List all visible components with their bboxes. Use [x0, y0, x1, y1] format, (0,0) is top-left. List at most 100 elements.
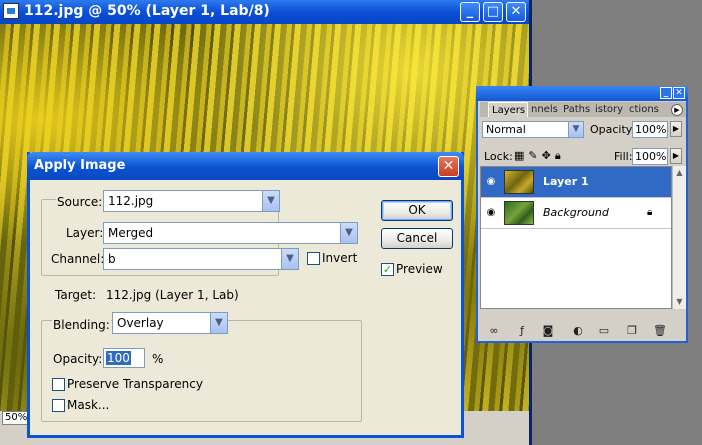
adjustment-layer-icon[interactable]: ◐	[570, 323, 586, 339]
layer-opacity-field[interactable]: 100%	[632, 121, 668, 138]
lock-all-icon[interactable]: 🔒︎	[555, 149, 565, 162]
close-icon: ✕	[442, 158, 455, 174]
blending-select[interactable]: Overlay ▼	[112, 312, 228, 334]
dialog-titlebar[interactable]: Apply Image ✕	[27, 152, 464, 180]
close-icon: ✕	[675, 88, 683, 98]
close-icon: ✕	[510, 4, 522, 19]
source-value: 112.jpg	[108, 194, 154, 208]
tab-channels[interactable]: nnels	[528, 102, 560, 117]
channel-label: Channel:	[51, 252, 105, 266]
palette-minimize-button[interactable]: _	[660, 87, 672, 99]
palette-titlebar[interactable]: _ ✕	[476, 86, 688, 101]
blending-label: Blending:	[52, 318, 111, 332]
layer-thumbnail	[504, 201, 534, 225]
mask-checkbox[interactable]	[52, 399, 65, 412]
chevron-down-icon: ▼	[210, 313, 227, 333]
minimize-icon: _	[466, 4, 474, 19]
layer-value: Merged	[108, 226, 154, 240]
tab-actions[interactable]: ctions	[626, 102, 666, 117]
maximize-button[interactable]: □	[483, 2, 503, 22]
tab-history[interactable]: istory	[592, 102, 626, 117]
blend-mode-value: Normal	[486, 123, 526, 136]
opacity-value: 100	[106, 351, 131, 365]
lock-label: Lock:	[484, 150, 513, 163]
layer-thumbnail	[504, 170, 534, 194]
layer-list: ◉ Layer 1 ◉ Background 🔒︎	[480, 166, 672, 309]
ok-button[interactable]: OK	[381, 200, 453, 221]
layer-row-background[interactable]: ◉ Background 🔒︎	[481, 198, 671, 229]
maximize-icon: □	[486, 4, 500, 19]
checkmark-icon: ✓	[382, 263, 393, 276]
layer-fill-field[interactable]: 100%	[632, 148, 668, 165]
link-layers-icon[interactable]: ∞	[486, 323, 502, 339]
palette-close-button[interactable]: ✕	[673, 87, 685, 99]
channel-select[interactable]: b ▼	[103, 248, 299, 270]
palette-menu-arrow-icon: ▶	[674, 106, 680, 114]
lock-move-icon[interactable]: ✥	[542, 149, 555, 162]
chevron-down-icon: ▼	[262, 191, 279, 211]
new-group-icon[interactable]: ▭	[596, 323, 612, 339]
cancel-button[interactable]: Cancel	[381, 228, 453, 249]
chevron-down-icon: ▼	[340, 223, 357, 243]
layer-style-icon[interactable]: ƒ	[514, 323, 530, 339]
palette-menu-button[interactable]: ▶	[671, 104, 683, 116]
opacity-unit: %	[152, 352, 164, 366]
layers-palette: _ ✕ Layers nnels Paths istory ctions ▶ N…	[476, 86, 688, 343]
close-button[interactable]: ✕	[506, 2, 526, 22]
opacity-slider-button[interactable]: ▶	[670, 121, 682, 137]
palette-tab-bar: Layers nnels Paths istory ctions	[480, 102, 686, 117]
lock-transparency-icon[interactable]: ▦	[514, 149, 528, 162]
lock-icon: 🔒︎	[647, 207, 653, 218]
lock-options: ▦✎✥🔒︎	[514, 149, 565, 163]
new-layer-icon[interactable]: ❐	[624, 323, 640, 339]
document-titlebar[interactable]: 112.jpg @ 50% (Layer 1, Lab/8) _ □ ✕	[0, 0, 529, 24]
preview-label[interactable]: Preview	[396, 262, 443, 276]
preserve-transparency-checkbox[interactable]	[52, 378, 65, 391]
tab-paths[interactable]: Paths	[560, 102, 592, 117]
chevron-down-icon: ▼	[281, 249, 298, 269]
add-mask-icon[interactable]: ◙	[540, 323, 556, 339]
minimize-button[interactable]: _	[460, 2, 480, 22]
blending-value: Overlay	[117, 316, 164, 330]
eye-icon[interactable]: ◉	[483, 174, 499, 190]
scroll-down-icon[interactable]: ▼	[673, 295, 686, 308]
layer-label: Layer:	[66, 226, 104, 240]
opacity-input[interactable]: 100	[103, 348, 145, 368]
invert-checkbox[interactable]	[307, 252, 320, 265]
dialog-title: Apply Image	[34, 158, 126, 173]
document-icon	[3, 3, 19, 19]
layer-row-layer-1[interactable]: ◉ Layer 1	[481, 167, 671, 198]
apply-image-dialog: Apply Image ✕ Source: 112.jpg ▼ Layer: M…	[27, 152, 464, 438]
scroll-up-icon[interactable]: ▲	[673, 166, 686, 179]
fill-label: Fill:	[614, 150, 633, 163]
source-label: Source:	[56, 195, 104, 209]
target-label: Target:	[55, 288, 97, 302]
fill-slider-button[interactable]: ▶	[670, 148, 682, 164]
invert-label[interactable]: Invert	[322, 251, 357, 265]
preview-checkbox[interactable]: ✓	[381, 263, 394, 276]
minimize-icon: _	[663, 88, 669, 98]
source-select[interactable]: 112.jpg ▼	[103, 190, 280, 212]
layer-name: Background	[543, 206, 609, 219]
opacity-label: Opacity:	[53, 352, 103, 366]
channel-value: b	[108, 252, 116, 266]
layer-name: Layer 1	[543, 175, 589, 188]
eye-icon[interactable]: ◉	[483, 205, 499, 221]
blend-mode-select[interactable]: Normal ▼	[482, 121, 584, 138]
chevron-down-icon: ▼	[568, 122, 583, 137]
opacity-label: Opacity:	[590, 123, 636, 136]
preserve-transparency-label[interactable]: Preserve Transparency	[67, 377, 203, 391]
trash-icon[interactable]: 🗑︎	[652, 323, 668, 339]
lock-brush-icon[interactable]: ✎	[528, 149, 541, 162]
slider-arrow-icon: ▶	[672, 151, 680, 160]
document-title: 112.jpg @ 50% (Layer 1, Lab/8)	[24, 3, 270, 19]
slider-arrow-icon: ▶	[672, 124, 680, 133]
target-value: 112.jpg (Layer 1, Lab)	[106, 288, 239, 302]
palette-bottom-toolbar: ∞ ƒ ◙ ◐ ▭ ❐ 🗑︎	[482, 323, 682, 339]
layer-list-scrollbar[interactable]: ▲ ▼	[672, 166, 686, 309]
layer-select[interactable]: Merged ▼	[103, 222, 358, 244]
mask-label[interactable]: Mask...	[67, 398, 109, 412]
dialog-close-button[interactable]: ✕	[438, 156, 459, 177]
zoom-level-field[interactable]: 50%	[2, 411, 28, 425]
tab-layers[interactable]: Layers	[488, 102, 528, 117]
